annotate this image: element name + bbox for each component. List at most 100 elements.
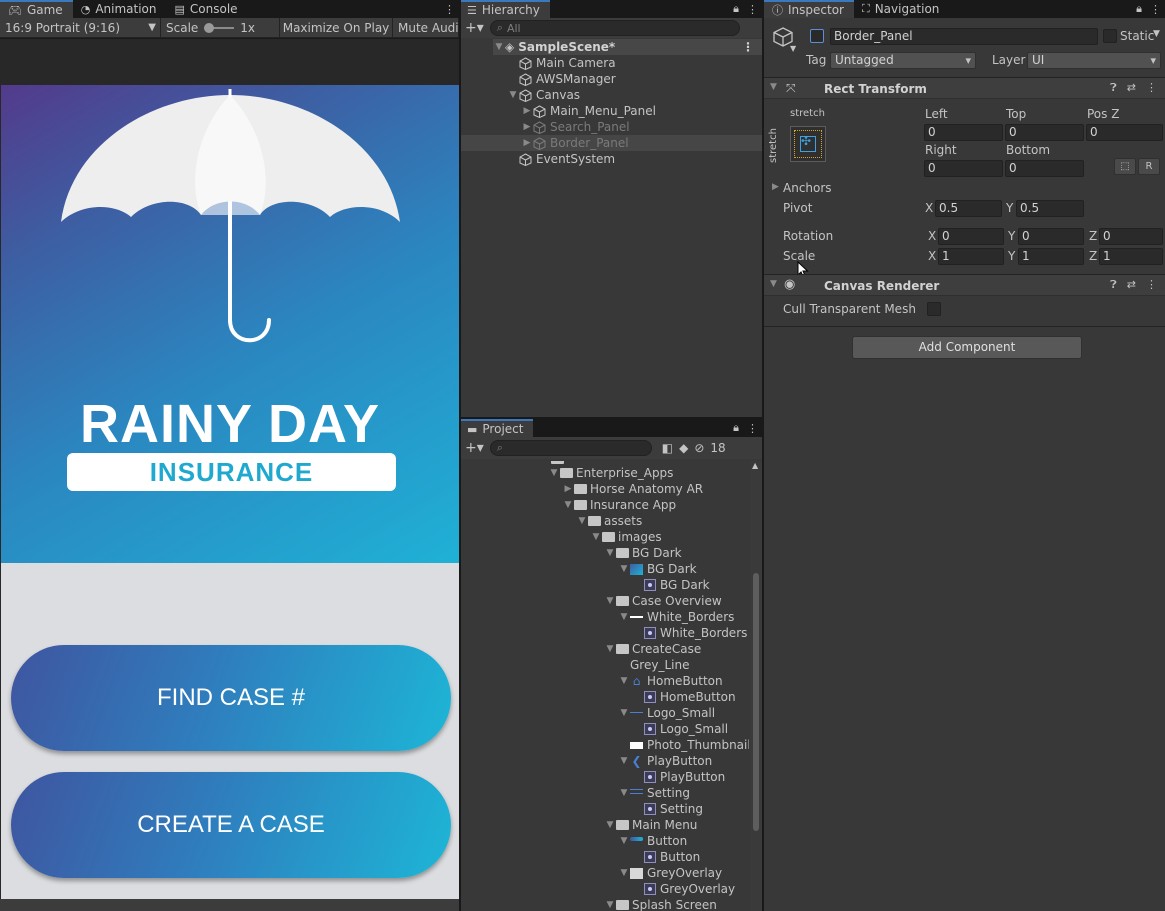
project-tree-item[interactable]: ▼ BG Dark <box>618 561 697 577</box>
hierarchy-item[interactable]: ▶ Search_Panel <box>521 119 630 135</box>
blueprint-mode-button[interactable]: ⬚ <box>1114 158 1136 175</box>
find-case-button[interactable]: FIND CASE # <box>11 645 451 751</box>
expand-arrow-icon[interactable]: ▼ <box>618 753 630 769</box>
scale-z-field[interactable]: 1 <box>1099 248 1163 265</box>
project-tree-item[interactable]: ▼ CreateCase <box>604 641 702 657</box>
project-tree-item[interactable]: PlayButton <box>632 769 725 785</box>
scrollbar-thumb[interactable] <box>753 573 759 831</box>
scale-x-field[interactable]: 1 <box>938 248 1004 265</box>
hierarchy-search-input[interactable]: ⌕ All <box>489 20 740 36</box>
expand-arrow-icon[interactable]: ▼ <box>604 545 616 561</box>
right-field[interactable]: 0 <box>924 160 1003 177</box>
tab-inspector[interactable]: ⓘ Inspector <box>764 0 854 18</box>
expand-arrow-icon[interactable]: ▼ <box>770 279 777 289</box>
expand-arrow-icon[interactable]: ▼ <box>548 465 560 481</box>
mute-audio-toggle[interactable]: Mute Audio <box>393 17 459 38</box>
tab-navigation[interactable]: ⛶ Navigation <box>854 0 949 18</box>
project-tree-item[interactable]: White_Borders <box>632 625 747 641</box>
hierarchy-item[interactable]: EventSystem <box>519 151 615 167</box>
maximize-on-play-toggle[interactable]: Maximize On Play <box>280 17 393 38</box>
kebab-menu-icon[interactable]: ⋮ <box>742 39 754 55</box>
object-name-field[interactable]: Border_Panel <box>830 28 1098 45</box>
expand-arrow-icon[interactable]: ▼ <box>493 39 505 55</box>
slider-handle[interactable] <box>204 22 215 33</box>
preset-settings-icon[interactable]: ⇄ <box>1127 278 1136 292</box>
posz-field[interactable]: 0 <box>1086 124 1163 141</box>
project-tree-item[interactable]: Setting <box>632 801 703 817</box>
expand-arrow-icon[interactable]: ▼ <box>604 593 616 609</box>
collapse-arrow-icon[interactable]: ▶ <box>562 481 574 497</box>
project-tree-item[interactable]: ▼ White_Borders <box>618 609 735 625</box>
scale-control[interactable]: Scale 1x <box>161 17 280 38</box>
kebab-menu-icon[interactable]: ⋮ <box>1146 278 1157 292</box>
help-icon[interactable]: ❓︎ <box>1110 81 1117 95</box>
raw-edit-button[interactable]: R <box>1138 158 1160 175</box>
project-tree-item[interactable]: ▶ Horse Anatomy AR <box>562 481 704 497</box>
add-component-button[interactable]: Add Component <box>852 336 1082 359</box>
cull-transparent-mesh-checkbox[interactable] <box>927 302 941 316</box>
scene-row[interactable]: ▼ ◈ SampleScene* ⋮ <box>493 39 762 55</box>
project-tree-item[interactable]: ▼ GreyOverlay <box>618 865 723 881</box>
rect-transform-header[interactable]: ▼ ⤧ Rect Transform ❓︎ ⇄ ⋮ <box>764 77 1165 99</box>
project-tree-item[interactable]: BG Dark <box>632 577 710 593</box>
layer-dropdown[interactable]: UI <box>1027 52 1161 69</box>
lock-icon[interactable]: 🔒︎ <box>733 2 739 16</box>
scroll-up-icon[interactable]: ▲ <box>752 461 758 470</box>
expand-arrow-icon[interactable]: ▼ <box>604 641 616 657</box>
scale-slider[interactable] <box>204 22 235 33</box>
hierarchy-item[interactable]: ▶ Main_Menu_Panel <box>521 103 656 119</box>
hierarchy-item-selected[interactable]: ▶ Border_Panel <box>461 135 762 151</box>
pivot-x-field[interactable]: 0.5 <box>935 200 1002 217</box>
kebab-menu-icon[interactable]: ⋮ <box>1146 81 1157 95</box>
left-field[interactable]: 0 <box>924 124 1003 141</box>
expand-arrow-icon[interactable]: ▼ <box>770 82 777 92</box>
scale-y-field[interactable]: 1 <box>1018 248 1084 265</box>
chevron-down-icon[interactable]: ▼ <box>790 44 796 53</box>
anchor-preset-button[interactable]: ✣ <box>790 126 826 162</box>
help-icon[interactable]: ❓︎ <box>1110 278 1117 292</box>
project-tree-item[interactable]: ▼ Button <box>618 833 688 849</box>
collapse-arrow-icon[interactable]: ▶ <box>521 119 533 135</box>
active-checkbox[interactable] <box>810 29 824 43</box>
top-field[interactable]: 0 <box>1005 124 1084 141</box>
rotation-z-field[interactable]: 0 <box>1099 228 1163 245</box>
project-tree-item[interactable]: Button <box>632 849 700 865</box>
project-tree-item[interactable]: HomeButton <box>632 689 736 705</box>
collapse-arrow-icon[interactable]: ▶ <box>521 103 533 119</box>
project-tree-item[interactable]: ▼ assets <box>576 513 643 529</box>
kebab-menu-icon[interactable]: ⋮ <box>747 422 758 435</box>
project-tree-item[interactable]: ▼ images <box>590 529 662 545</box>
label-tag-icon[interactable]: ◆ <box>679 441 688 455</box>
collapse-arrow-icon[interactable]: ▶ <box>772 182 779 192</box>
hierarchy-item[interactable]: AWSManager <box>519 71 616 87</box>
create-case-button[interactable]: CREATE A CASE <box>11 772 451 878</box>
aspect-dropdown[interactable]: 16:9 Portrait (9:16) ▼ <box>0 17 161 38</box>
expand-arrow-icon[interactable]: ▼ <box>618 609 630 625</box>
hidden-packages-icon[interactable]: ⊘ <box>694 441 704 455</box>
static-checkbox[interactable] <box>1103 29 1117 43</box>
hierarchy-item[interactable]: ▼ Canvas <box>507 87 581 103</box>
lock-icon[interactable]: 🔒︎ <box>733 421 739 435</box>
project-tree-item[interactable]: ▼ ⌂ HomeButton <box>618 673 723 689</box>
tag-dropdown[interactable]: Untagged <box>830 52 976 69</box>
tab-console[interactable]: ▤ Console <box>167 0 248 18</box>
pivot-y-field[interactable]: 0.5 <box>1016 200 1084 217</box>
kebab-menu-icon[interactable]: ⋮ <box>444 3 455 16</box>
anchors-label[interactable]: Anchors <box>783 181 832 195</box>
project-tree-item[interactable]: Logo_Small <box>632 721 728 737</box>
project-tree-item[interactable]: ▼ ❮ PlayButton <box>618 753 713 769</box>
project-tree-item[interactable]: ▼ Main Menu <box>604 817 698 833</box>
project-tree-item[interactable]: ▼ Case Overview <box>604 593 722 609</box>
tab-project[interactable]: ▬ Project <box>461 419 534 437</box>
canvas-renderer-header[interactable]: ▼ ◉ Canvas Renderer ❓︎ ⇄ ⋮ <box>764 274 1165 296</box>
static-dropdown-icon[interactable]: ▼ <box>1153 29 1160 39</box>
expand-arrow-icon[interactable]: ▼ <box>576 513 588 529</box>
kebab-menu-icon[interactable]: ⋮ <box>747 3 758 16</box>
hierarchy-item[interactable]: Main Camera <box>519 55 616 71</box>
expand-arrow-icon[interactable]: ▼ <box>507 87 519 103</box>
add-icon[interactable]: +▾ <box>465 20 484 36</box>
expand-arrow-icon[interactable]: ▼ <box>618 865 630 881</box>
preset-settings-icon[interactable]: ⇄ <box>1127 81 1136 95</box>
expand-arrow-icon[interactable]: ▼ <box>604 817 616 833</box>
project-tree-item[interactable]: ▼ BG Dark <box>604 545 682 561</box>
